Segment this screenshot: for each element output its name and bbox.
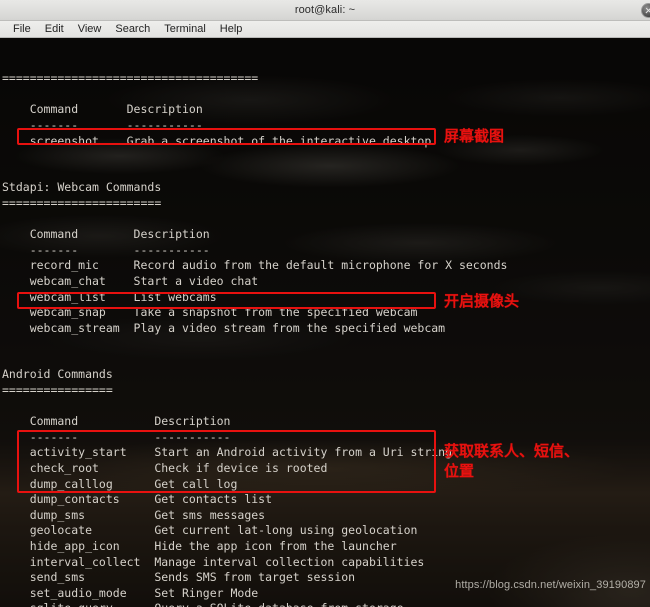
menu-item-edit[interactable]: Edit — [38, 22, 71, 37]
screenshot-annotation-label: 屏幕截图 — [444, 127, 505, 145]
terminal-line: screenshot Grab a screenshot of the inte… — [2, 133, 432, 148]
android-annotation-label: 获取联系人、短信、 位置 — [444, 442, 580, 480]
terminal-line: interval_collect Manage interval collect… — [2, 554, 425, 569]
webcam-annotation-label: 开启摄像头 — [444, 292, 520, 310]
terminal-line: record_mic Record audio from the default… — [2, 258, 508, 273]
terminal-line: ------- ----------- — [2, 117, 203, 132]
menu-item-terminal[interactable]: Terminal — [157, 22, 213, 37]
title-bar: root@kali: ~ — [0, 0, 650, 21]
menu-item-view[interactable]: View — [71, 22, 109, 37]
terminal-window: root@kali: ~ File Edit View Search Termi… — [0, 0, 650, 607]
terminal-line: Command Description — [2, 414, 231, 429]
terminal-line: sqlite_query Query a SQLite database fro… — [0, 601, 650, 607]
terminal-line: Stdapi: Webcam Commands — [2, 180, 162, 195]
terminal-line: Command Description — [2, 102, 203, 117]
terminal-line: Command Description — [2, 227, 210, 242]
watermark-text: https://blog.csdn.net/weixin_39190897 — [455, 579, 646, 591]
terminal-line: dump_contacts Get contacts list — [2, 492, 273, 507]
menu-bar: File Edit View Search Terminal Help — [0, 21, 650, 38]
command-output-lines: ===================================== Co… — [0, 71, 650, 607]
close-icon[interactable] — [641, 3, 650, 18]
terminal-canvas[interactable]: ===================================== Co… — [0, 38, 650, 607]
terminal-line: ------- ----------- — [2, 242, 210, 257]
terminal-line: ===================================== — [2, 71, 259, 86]
menu-item-help[interactable]: Help — [213, 22, 250, 37]
terminal-line: webcam_stream Play a video stream from t… — [2, 320, 446, 335]
terminal-line: dump_sms Get sms messages — [2, 507, 266, 522]
terminal-line: ======================= — [2, 195, 162, 210]
terminal-line: webcam_chat Start a video chat — [2, 273, 259, 288]
window-title: root@kali: ~ — [294, 4, 356, 16]
menu-item-file[interactable]: File — [6, 22, 38, 37]
terminal-line: webcam_list List webcams — [2, 289, 217, 304]
terminal-line: Android Commands — [2, 367, 113, 382]
terminal-line: hide_app_icon Hide the app icon from the… — [2, 539, 397, 553]
menu-item-search[interactable]: Search — [108, 22, 157, 37]
terminal-line: ================ — [2, 383, 113, 398]
terminal-line: geolocate Get current lat-long using geo… — [2, 523, 418, 538]
terminal-output: ===================================== Co… — [0, 38, 650, 607]
terminal-line: webcam_snap Take a snapshot from the spe… — [2, 305, 418, 320]
